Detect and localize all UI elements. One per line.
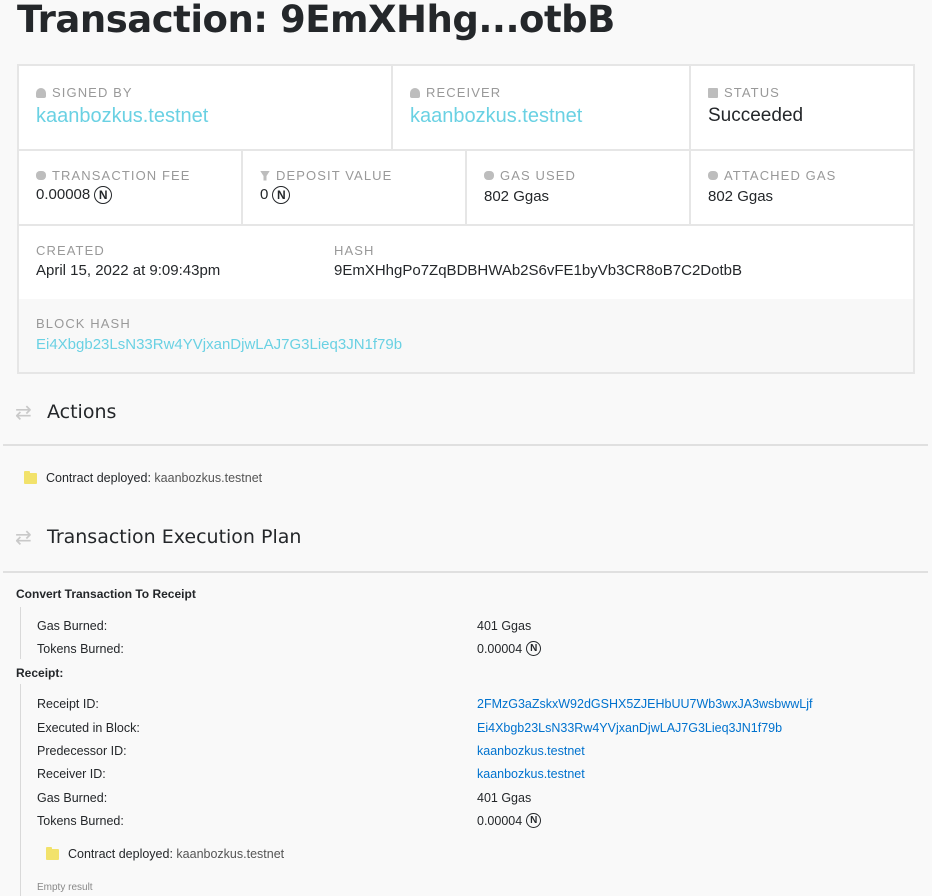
convert-gas-burned-label: Gas Burned:: [37, 619, 108, 633]
receipt-id-label: Receipt ID:: [37, 697, 99, 711]
page-title: Transaction: 9EmXHhg...otbB: [17, 0, 615, 41]
action-prefix: Contract deployed:: [46, 471, 151, 485]
status-cell: STATUS Succeeded: [691, 66, 913, 149]
database-icon: [484, 171, 494, 180]
predecessor-id-label: Predecessor ID:: [37, 744, 127, 758]
status-label: STATUS: [724, 85, 780, 100]
predecessor-id-link[interactable]: kaanbozkus.testnet: [477, 744, 585, 758]
receipt-id-link[interactable]: 2FMzG3aZskxW92dGSHX5ZJEHbUU7Wb3wxJA3wsbw…: [477, 697, 813, 711]
created-cell: CREATED April 15, 2022 at 9:09:43pm: [19, 226, 317, 299]
actions-divider: [3, 444, 928, 446]
transaction-fee-label: TRANSACTION FEE: [52, 168, 191, 183]
transfer-arrows-icon: ⇄: [15, 525, 32, 549]
summary-row-block-hash: BLOCK HASH Ei4Xbgb23LsN33Rw4YVjxanDjwLAJ…: [19, 299, 913, 372]
summary-row-gas: TRANSACTION FEE 0.00008 N DEPOSIT VALUE 0…: [19, 151, 913, 226]
actions-header: ⇄ Actions: [15, 401, 116, 423]
summary-row-parties: SIGNED BY kaanbozkus.testnet RECEIVER ka…: [19, 66, 913, 151]
executed-in-block-label: Executed in Block:: [37, 721, 140, 735]
convert-tree-line: [20, 607, 21, 659]
signed-by-label: SIGNED BY: [52, 85, 133, 100]
execution-plan-title: Transaction Execution Plan: [47, 526, 302, 548]
gas-used-label: GAS USED: [500, 168, 576, 183]
action-item: Contract deployed: kaanbozkus.testnet: [24, 470, 263, 485]
attached-gas-label: ATTACHED GAS: [724, 168, 837, 183]
user-icon: [36, 87, 46, 98]
database-icon: [708, 171, 718, 180]
near-token-icon: N: [526, 641, 542, 656]
folder-icon: [46, 846, 59, 860]
convert-heading: Convert Transaction To Receipt: [16, 587, 196, 601]
attached-gas-cell: ATTACHED GAS 802 Ggas: [691, 151, 913, 224]
receipt-tree-line: [20, 684, 21, 896]
action-account: kaanbozkus.testnet: [154, 471, 263, 485]
signed-by-cell: SIGNED BY kaanbozkus.testnet: [19, 66, 393, 149]
receipt-tokens-burned-label: Tokens Burned:: [37, 814, 124, 828]
receiver-id-label: Receiver ID:: [37, 767, 106, 781]
receiver-id-link[interactable]: kaanbozkus.testnet: [477, 767, 585, 781]
near-token-icon: N: [526, 813, 542, 828]
receipt-heading: Receipt:: [16, 666, 64, 680]
receipt-action-prefix: Contract deployed:: [68, 847, 173, 861]
receipt-action-account: kaanbozkus.testnet: [176, 847, 285, 861]
gas-used-value: 802 Ggas: [484, 188, 550, 205]
receiver-cell: RECEIVER kaanbozkus.testnet: [393, 66, 691, 149]
convert-gas-burned-value: 401 Ggas: [477, 619, 532, 633]
execution-plan-header: ⇄ Transaction Execution Plan: [15, 526, 301, 548]
signed-by-link[interactable]: kaanbozkus.testnet: [36, 105, 208, 128]
created-label: CREATED: [36, 243, 105, 258]
gas-used-cell: GAS USED 802 Ggas: [467, 151, 691, 224]
actions-title: Actions: [47, 401, 117, 423]
receiver-link[interactable]: kaanbozkus.testnet: [410, 105, 582, 128]
summary-row-created-hash: CREATED April 15, 2022 at 9:09:43pm HASH…: [19, 226, 913, 299]
filter-icon: [260, 170, 270, 181]
block-hash-cell: BLOCK HASH Ei4Xbgb23LsN33Rw4YVjxanDjwLAJ…: [19, 299, 913, 372]
convert-tokens-burned-value: 0.00004: [477, 641, 523, 656]
receipt-gas-burned-value: 401 Ggas: [477, 791, 532, 805]
executed-in-block-link[interactable]: Ei4Xbgb23LsN33Rw4YVjxanDjwLAJ7G3Lieq3JN1…: [477, 721, 782, 735]
receipt-tokens-burned: 0.00004 N: [477, 813, 542, 828]
near-token-icon: N: [94, 186, 113, 205]
receiver-label: RECEIVER: [426, 85, 502, 100]
user-icon: [410, 87, 420, 98]
deposit-value: 0: [260, 186, 269, 203]
receipt-result: Empty result: [37, 882, 93, 893]
hash-label: HASH: [334, 243, 375, 258]
transfer-arrows-icon: ⇄: [15, 400, 32, 424]
folder-icon: [24, 470, 37, 484]
plan-divider: [3, 571, 928, 573]
convert-tokens-burned-label: Tokens Burned:: [37, 642, 124, 656]
transaction-fee-value: 0.00008: [36, 186, 91, 203]
hash-cell: HASH 9EmXHhgPo7ZqBDBHWAb2S6vFE1byVb3CR8o…: [317, 226, 913, 299]
created-value: April 15, 2022 at 9:09:43pm: [36, 262, 221, 279]
block-hash-label: BLOCK HASH: [36, 316, 131, 331]
message-icon: [708, 87, 718, 98]
receipt-tokens-burned-value: 0.00004: [477, 813, 523, 828]
convert-tokens-burned: 0.00004 N: [477, 641, 542, 656]
status-value: Succeeded: [708, 105, 804, 126]
transaction-summary-card: SIGNED BY kaanbozkus.testnet RECEIVER ka…: [17, 64, 915, 374]
deposit-value-cell: DEPOSIT VALUE 0N: [243, 151, 467, 224]
near-token-icon: N: [272, 186, 291, 205]
block-hash-link[interactable]: Ei4Xbgb23LsN33Rw4YVjxanDjwLAJ7G3Lieq3JN1…: [36, 336, 402, 353]
receipt-action-item: Contract deployed: kaanbozkus.testnet: [46, 846, 285, 861]
deposit-value-label: DEPOSIT VALUE: [276, 168, 393, 183]
receipt-gas-burned-label: Gas Burned:: [37, 791, 108, 805]
database-icon: [36, 171, 46, 180]
attached-gas-value: 802 Ggas: [708, 188, 774, 205]
transaction-fee-cell: TRANSACTION FEE 0.00008 N: [19, 151, 243, 224]
hash-value: 9EmXHhgPo7ZqBDBHWAb2S6vFE1byVb3CR8oB7C2D…: [334, 262, 742, 279]
